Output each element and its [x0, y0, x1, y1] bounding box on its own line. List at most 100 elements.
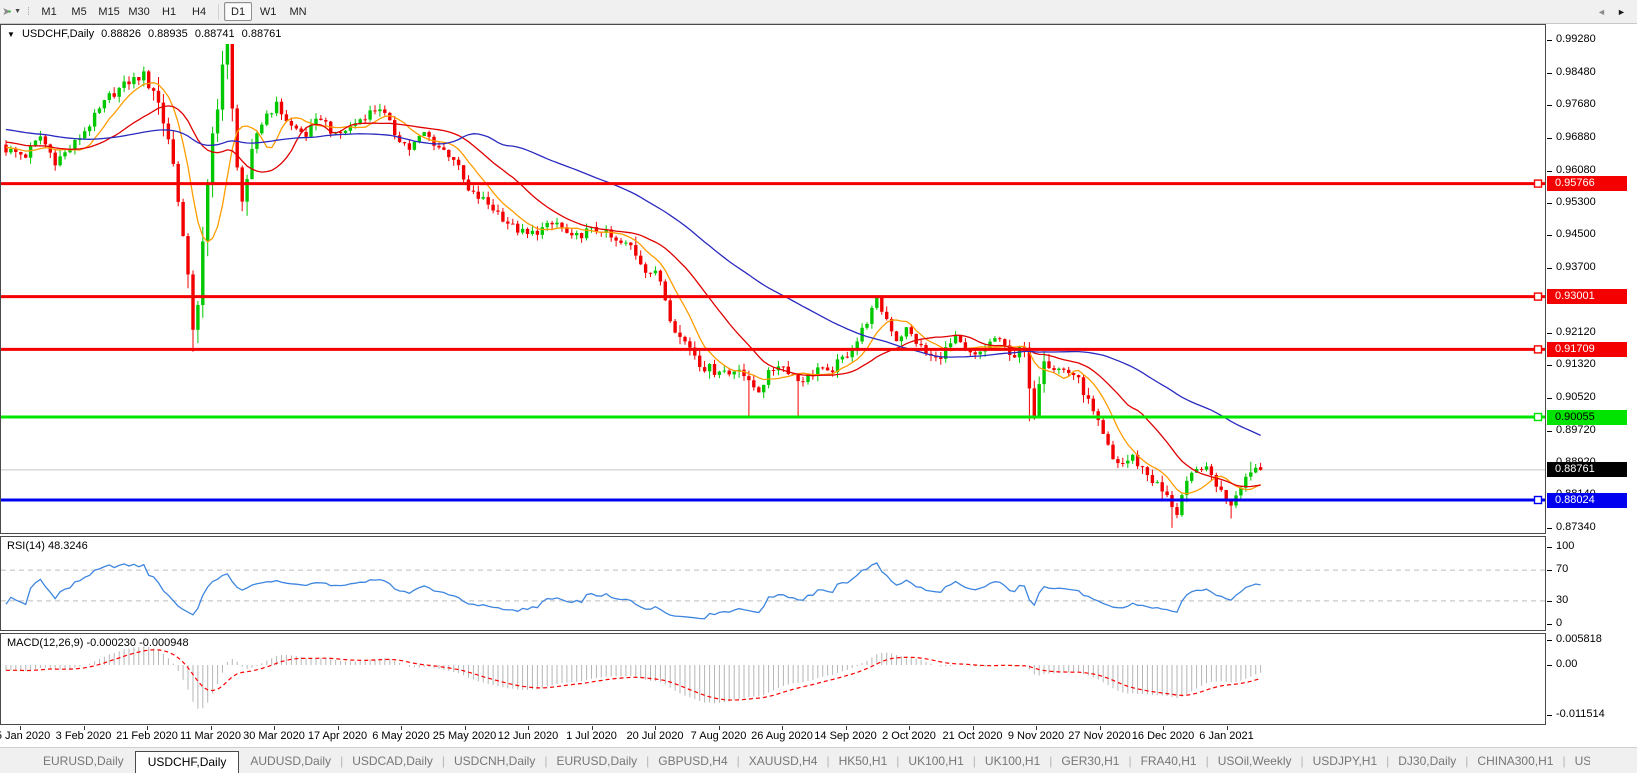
chart-tab-usdcad-daily[interactable]: USDCAD,Daily	[343, 750, 442, 773]
chart-tab-strip: EURUSD,Daily USDCHF,Daily AUDUSD,Daily | USD…	[34, 748, 1590, 773]
price-line-label-0.93001: 0.93001	[1547, 289, 1627, 305]
chart-tab-eurusd-daily[interactable]: EURUSD,Daily	[34, 750, 133, 773]
time-tick-label: 7 Aug 2020	[690, 730, 747, 742]
timeframe-button-d1[interactable]: D1	[224, 2, 253, 21]
toolbar-dropdown-icon[interactable]: ▼	[14, 8, 21, 15]
timeframe-button-m5[interactable]: M5	[65, 2, 93, 21]
macd-tick-label: -0.011514	[1556, 707, 1605, 720]
timeframe-button-group: M1 M5 M15 M30 H1 H4 D1 W1 MN	[34, 2, 313, 21]
bar-close-value: 0.88761	[241, 28, 282, 40]
chart-tab-uk100-h1[interactable]: UK100,H1	[899, 750, 972, 773]
price-tick	[1547, 430, 1552, 432]
macd-tick	[1547, 665, 1552, 666]
price-line-label-0.90055: 0.90055	[1547, 409, 1627, 425]
chart-tab-usoil-weekly[interactable]: USOil,Weekly	[1209, 750, 1301, 773]
time-tick-label: 12 Jun 2020	[497, 730, 559, 742]
macd-tick-label: 0.00	[1556, 658, 1578, 670]
time-tick-label: 14 Sep 2020	[814, 730, 877, 742]
price-tick-label: 0.95300	[1556, 195, 1596, 208]
price-tick	[1547, 235, 1552, 237]
time-tick-label: 3 Feb 2020	[55, 730, 112, 742]
price-line-label-0.91709: 0.91709	[1547, 341, 1627, 357]
time-tick-label: 17 Apr 2020	[307, 730, 368, 742]
time-tick-label: 16 Dec 2020	[1131, 730, 1195, 742]
price-tick	[1547, 170, 1552, 172]
price-tick-label: 0.90520	[1556, 390, 1596, 403]
time-tick-label: 6 May 2020	[372, 730, 430, 742]
price-tick	[1547, 398, 1552, 399]
chart-tab-audusd-daily[interactable]: AUDUSD,Daily	[241, 750, 340, 773]
time-tick-label: 26 Aug 2020	[751, 730, 813, 742]
price-axis[interactable]: 0.99280 0.98480 0.97680 0.96880 0.96080 0.953…	[1547, 24, 1637, 724]
chart-title: ▼ USDCHF,Daily 0.88826 0.88935 0.88741 0…	[7, 28, 285, 40]
bar-high-value: 0.88935	[148, 28, 188, 40]
timeframe-button-mn[interactable]: MN	[284, 2, 312, 21]
chart-tab-xauusd-h4[interactable]: XAUUSD,H4	[740, 750, 827, 773]
chart-tab-usoil[interactable]: USOil,	[1566, 750, 1590, 773]
price-tick-label: 0.94500	[1556, 228, 1596, 241]
toolbar-grip-icon[interactable]: ⁞	[27, 6, 30, 18]
time-tick-label: 2 Oct 2020	[882, 730, 936, 742]
price-line-label-0.95766: 0.95766	[1547, 176, 1627, 192]
price-tick	[1547, 105, 1552, 107]
chart-tab-usdjpy-h1[interactable]: USDJPY,H1	[1304, 750, 1386, 773]
macd-tick	[1547, 714, 1552, 716]
chart-tab-fra40-h1[interactable]: FRA40,H1	[1132, 750, 1206, 773]
chart-tab-usdchf-daily[interactable]: USDCHF,Daily	[134, 751, 240, 773]
tab-scroll-left-icon[interactable]: ◄	[1597, 7, 1606, 17]
timeframe-button-m30[interactable]: M30	[125, 2, 153, 21]
price-tick-label: 0.92120	[1556, 325, 1596, 338]
timeframe-button-h4[interactable]: H4	[185, 2, 213, 21]
chart-tab-gbpusd-h4[interactable]: GBPUSD,H4	[649, 750, 736, 773]
rsi-tick-label: 100	[1556, 540, 1575, 552]
chart-tab-dj30-daily[interactable]: DJ30,Daily	[1389, 750, 1465, 773]
timeframe-button-w1[interactable]: W1	[254, 2, 282, 21]
bar-low-value: 0.88741	[194, 28, 235, 40]
time-tick-label: 15 Jan 2020	[0, 730, 51, 742]
price-tick-label: 0.96880	[1556, 131, 1596, 144]
price-tick	[1547, 268, 1552, 269]
chart-canvas[interactable]	[0, 0, 1637, 772]
rsi-tick-label: 30	[1556, 593, 1569, 606]
chart-tab-eurusd-daily[interactable]: EURUSD,Daily	[547, 750, 646, 773]
top-toolbar: ➤ ▪ ▼ ⁞ M1 M5 M15 M30 H1 H4 D1 W1 MN	[0, 0, 1637, 24]
mt4-window: { "toolbar": { "pointer_icon": "➤", "poi…	[0, 0, 1637, 773]
time-axis[interactable]: 15 Jan 2020 3 Feb 2020 21 Feb 202011 Mar 2…	[0, 726, 1546, 746]
chart-tab-uk100-h1[interactable]: UK100,H1	[976, 750, 1049, 773]
price-tick-label: 0.99280	[1556, 33, 1596, 45]
price-tick	[1547, 365, 1552, 367]
price-tick	[1547, 138, 1552, 140]
macd-tick-label: 0.005818	[1556, 632, 1602, 645]
time-tick-label: 20 Jul 2020	[626, 730, 684, 742]
chart-tab-china300-h1[interactable]: CHINA300,H1	[1468, 750, 1562, 773]
chart-tab-bar: EURUSD,Daily USDCHF,Daily AUDUSD,Daily | USD…	[0, 747, 1637, 773]
rsi-tick	[1547, 570, 1552, 572]
price-tick-label: 0.96080	[1556, 163, 1596, 176]
price-tick-label: 0.91320	[1556, 358, 1596, 371]
price-tick-label: 0.87340	[1556, 520, 1596, 533]
timeframe-button-m15[interactable]: M15	[95, 2, 123, 21]
chart-symbol-label: USDCHF,Daily	[21, 28, 95, 40]
price-tick	[1547, 202, 1552, 204]
chart-tab-hk50-h1[interactable]: HK50,H1	[830, 750, 897, 773]
collapse-chart-icon[interactable]: ▼	[7, 30, 15, 39]
macd-tick	[1547, 640, 1552, 641]
price-tick	[1547, 72, 1552, 74]
rsi-tick-label: 0	[1556, 617, 1563, 629]
time-tick-label: 21 Feb 2020	[116, 730, 178, 742]
timeframe-button-m1[interactable]: M1	[35, 2, 63, 21]
price-tick	[1547, 527, 1552, 529]
chart-tab-usdcnh-daily[interactable]: USDCNH,Daily	[445, 750, 544, 773]
time-tick-label: 27 Nov 2020	[1068, 730, 1131, 742]
time-tick-label: 9 Nov 2020	[1007, 730, 1065, 742]
price-line-label-0.88024: 0.88024	[1547, 492, 1627, 508]
tab-scroll-right-icon[interactable]: ►	[1617, 7, 1626, 17]
time-tick-label: 6 Jan 2021	[1199, 730, 1254, 742]
rsi-tick	[1547, 600, 1552, 602]
chart-tab-ger30-h1[interactable]: GER30,H1	[1052, 750, 1128, 773]
price-tick	[1547, 40, 1552, 41]
rsi-tick	[1547, 547, 1552, 548]
timeframe-button-h1[interactable]: H1	[155, 2, 183, 21]
rsi-tick	[1547, 624, 1552, 625]
rsi-tick-label: 70	[1556, 563, 1569, 576]
